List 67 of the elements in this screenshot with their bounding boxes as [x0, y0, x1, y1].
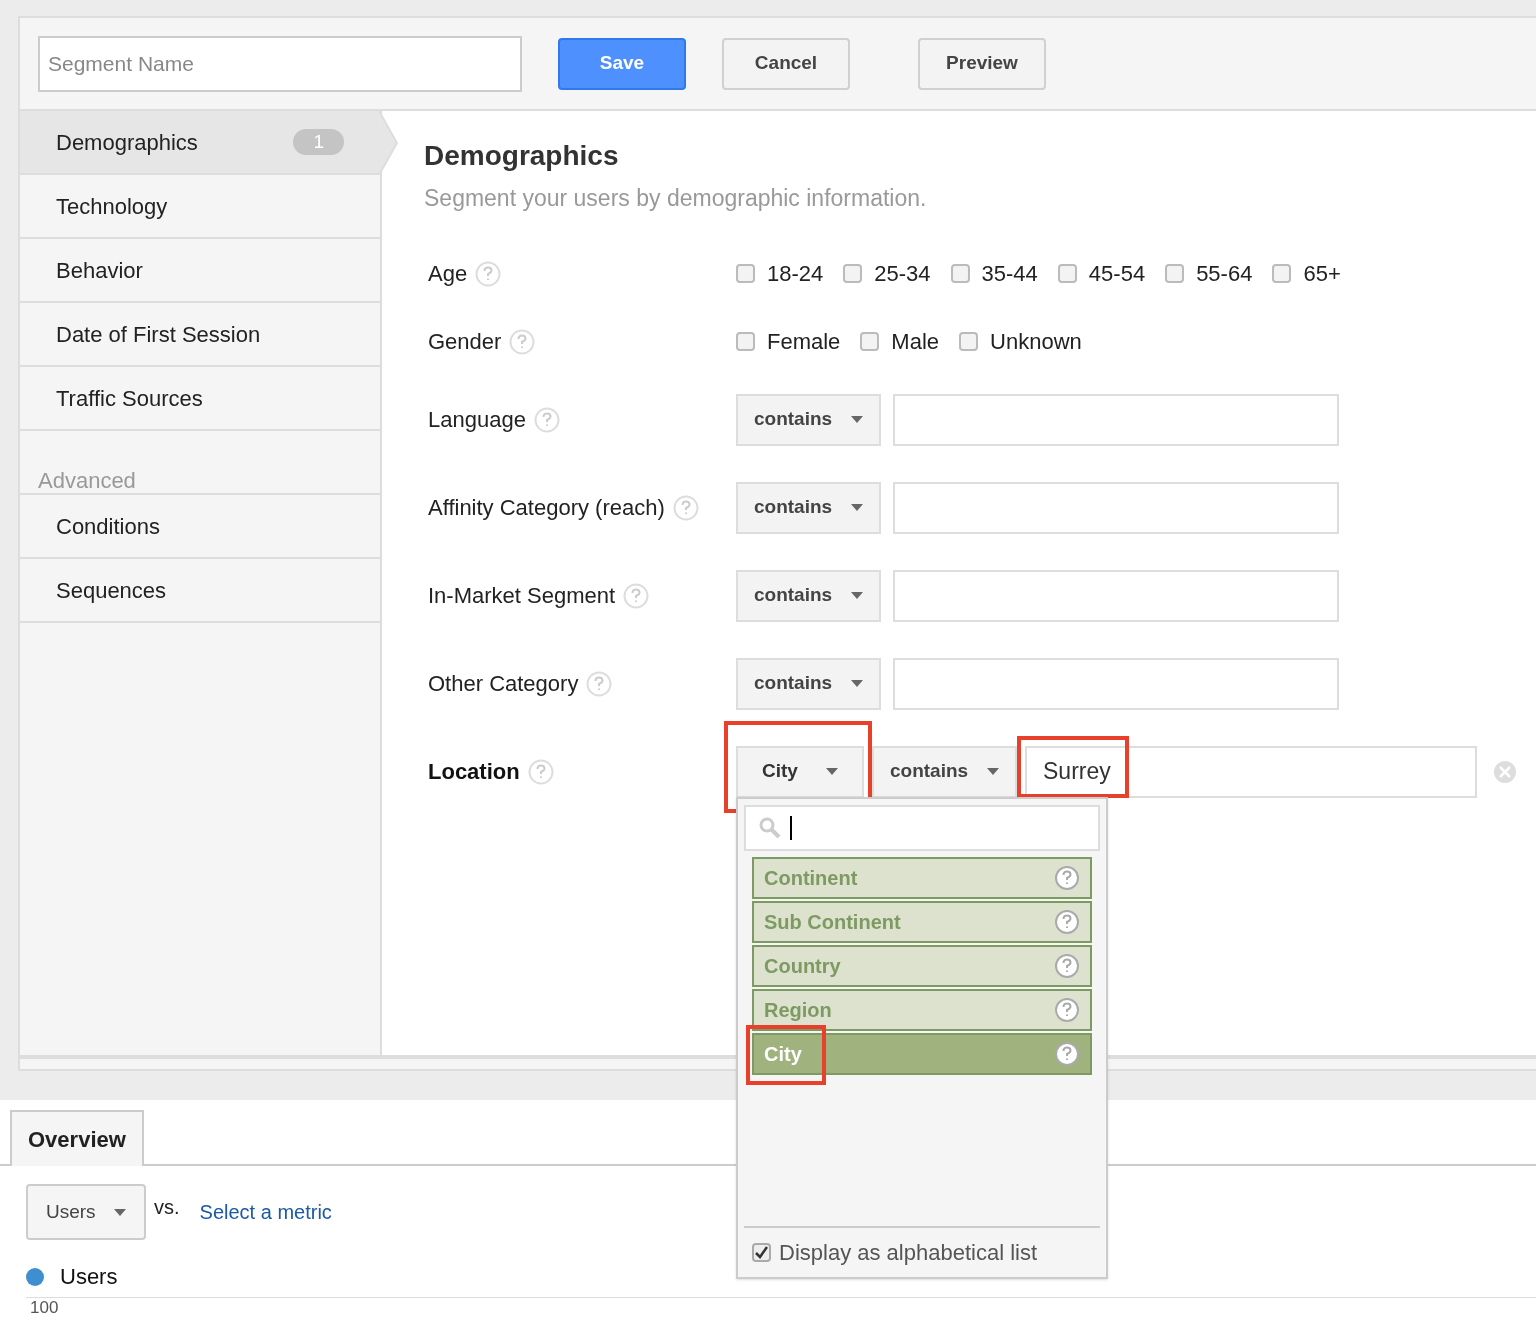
checkbox-label: Display as alphabetical list	[779, 1238, 1038, 1267]
section-title: Demographics	[424, 139, 620, 173]
help-icon[interactable]	[1054, 864, 1080, 891]
vs-text: vs.	[154, 1195, 180, 1220]
field-label: Other Category	[428, 670, 579, 698]
segment-name-field[interactable]: Segment Name	[38, 35, 522, 92]
field-label: Affinity Category (reach)	[428, 494, 665, 522]
section-label: Advanced	[37, 469, 136, 493]
operator-dropdown[interactable]: contains	[736, 569, 881, 622]
search-icon	[758, 815, 782, 840]
operator-dropdown[interactable]: contains	[736, 481, 881, 534]
field-label: Age	[428, 260, 468, 288]
help-icon[interactable]	[1054, 996, 1080, 1023]
filter-input[interactable]	[893, 481, 1339, 534]
caret-icon	[851, 680, 863, 687]
operator-dropdown[interactable]: contains	[872, 745, 1017, 798]
checkbox[interactable]	[860, 332, 880, 351]
caret-icon	[851, 504, 863, 511]
help-icon[interactable]	[1054, 908, 1080, 935]
checkbox[interactable]	[736, 264, 755, 283]
help-icon[interactable]	[1054, 1040, 1080, 1067]
clear-icon[interactable]	[1493, 759, 1517, 784]
header-button[interactable]: Cancel	[722, 37, 850, 90]
caret-icon	[987, 768, 999, 775]
axis-label: 100	[30, 1298, 59, 1317]
legend-label: Users	[60, 1263, 118, 1291]
checkbox-label: 65+	[1303, 260, 1341, 288]
dimension-dropdown[interactable]: City	[736, 745, 864, 798]
checkbox[interactable]	[1272, 264, 1292, 283]
checkbox-label: 18-24	[767, 260, 824, 288]
checkbox-label: 35-44	[981, 260, 1038, 288]
count-badge: 1	[293, 129, 344, 155]
check-icon	[755, 1245, 768, 1259]
field-label: Language	[428, 406, 526, 434]
checkbox-label: Female	[767, 328, 841, 356]
checkbox[interactable]	[950, 264, 970, 283]
checkbox[interactable]	[1165, 264, 1185, 283]
operator-dropdown[interactable]: contains	[736, 657, 881, 710]
filter-input[interactable]	[893, 569, 1339, 622]
filter-input[interactable]: Surrey	[1025, 745, 1477, 798]
caret-icon	[114, 1208, 126, 1216]
checkbox[interactable]	[736, 332, 755, 351]
field-label: Location	[428, 758, 520, 786]
checkbox[interactable]	[843, 264, 863, 283]
field-label: Gender	[428, 328, 502, 356]
caret-icon	[851, 592, 863, 599]
checkbox-label: Unknown	[990, 328, 1082, 356]
caret-icon	[826, 768, 838, 775]
header-button[interactable]: Preview	[918, 37, 1046, 90]
checkbox-label: 45-54	[1088, 260, 1146, 288]
checkbox[interactable]	[1057, 264, 1077, 283]
select-metric-link[interactable]: Select a metric	[199, 1197, 332, 1227]
filter-input[interactable]	[893, 393, 1339, 446]
filter-input[interactable]	[893, 657, 1339, 710]
metric-dropdown[interactable]: Users	[26, 1184, 146, 1240]
field-label: In-Market Segment	[428, 582, 616, 610]
checkbox-label: 25-34	[874, 260, 931, 288]
operator-dropdown[interactable]: contains	[736, 393, 881, 446]
help-icon[interactable]	[1054, 952, 1080, 979]
search-field[interactable]	[744, 804, 1100, 851]
caret-icon	[851, 416, 863, 423]
checkbox-label: 55-64	[1196, 260, 1253, 288]
checkbox[interactable]	[959, 332, 979, 351]
overview-tab[interactable]: Overview	[10, 1110, 144, 1166]
section-subtitle: Segment your users by demographic information.	[424, 184, 928, 213]
checkbox[interactable]	[752, 1242, 771, 1262]
checkbox-label: Male	[891, 328, 940, 356]
